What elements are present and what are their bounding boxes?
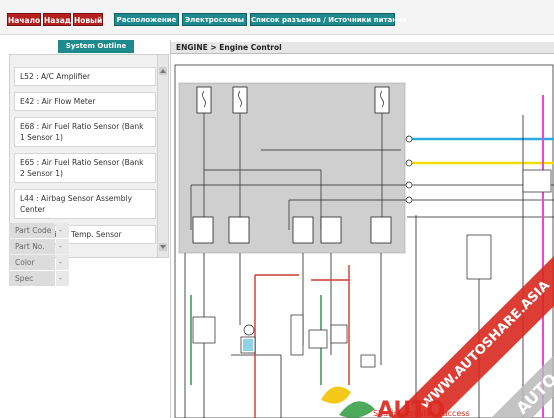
new-button[interactable]: Новый [73, 13, 103, 26]
properties-panel: Part Code - Part No. - Color - Spec - [9, 223, 69, 287]
property-value: - [56, 255, 69, 270]
property-value: - [56, 223, 69, 238]
diagram-breadcrumb: ENGINE > Engine Control [171, 42, 554, 54]
property-row: Part No. - [9, 239, 69, 254]
wiring-diagram[interactable]: WWW.AUTOSHARE.ASIA AUTO AUTO [171, 55, 554, 418]
tab-wiring-diagrams[interactable]: Электросхемы [182, 13, 247, 26]
start-button[interactable]: Начало [7, 13, 41, 26]
property-label: Part Code [9, 223, 55, 238]
left-panel: System Outline L52 : A/C Amplifier E42 :… [9, 40, 169, 418]
property-value: - [56, 271, 69, 286]
property-label: Spec [9, 271, 55, 286]
list-item[interactable]: E42 : Air Flow Meter [14, 92, 156, 111]
property-row: Color - [9, 255, 69, 270]
property-label: Color [9, 255, 55, 270]
toolbar: Начало Назад Новый Расположение Электрос… [0, 0, 554, 35]
tab-location[interactable]: Расположение [114, 13, 179, 26]
diagram-viewer[interactable]: ENGINE > Engine Control WWW.AUTOSHARE.AS… [170, 40, 554, 418]
scroll-down-arrow-icon[interactable] [159, 243, 167, 251]
property-label: Part No. [9, 239, 55, 254]
list-scrollbar[interactable] [157, 55, 168, 257]
tab-connector-list[interactable]: Список разъемов / Источники питания [250, 13, 407, 26]
watermark-tagline: Sharing creates success [373, 409, 470, 418]
property-value: - [56, 239, 69, 254]
list-item[interactable]: L44 : Airbag Sensor Assembly Center [14, 189, 156, 219]
list-item[interactable]: E65 : Air Fuel Ratio Sensor (Bank 2 Sens… [14, 153, 156, 183]
back-button[interactable]: Назад [43, 13, 71, 26]
list-item[interactable]: L52 : A/C Amplifier [14, 67, 156, 86]
system-outline-tab[interactable]: System Outline [58, 40, 134, 53]
list-item[interactable]: E68 : Air Fuel Ratio Sensor (Bank 1 Sens… [14, 117, 156, 147]
property-row: Spec - [9, 271, 69, 286]
property-row: Part Code - [9, 223, 69, 238]
scroll-up-arrow-icon[interactable] [159, 67, 167, 75]
